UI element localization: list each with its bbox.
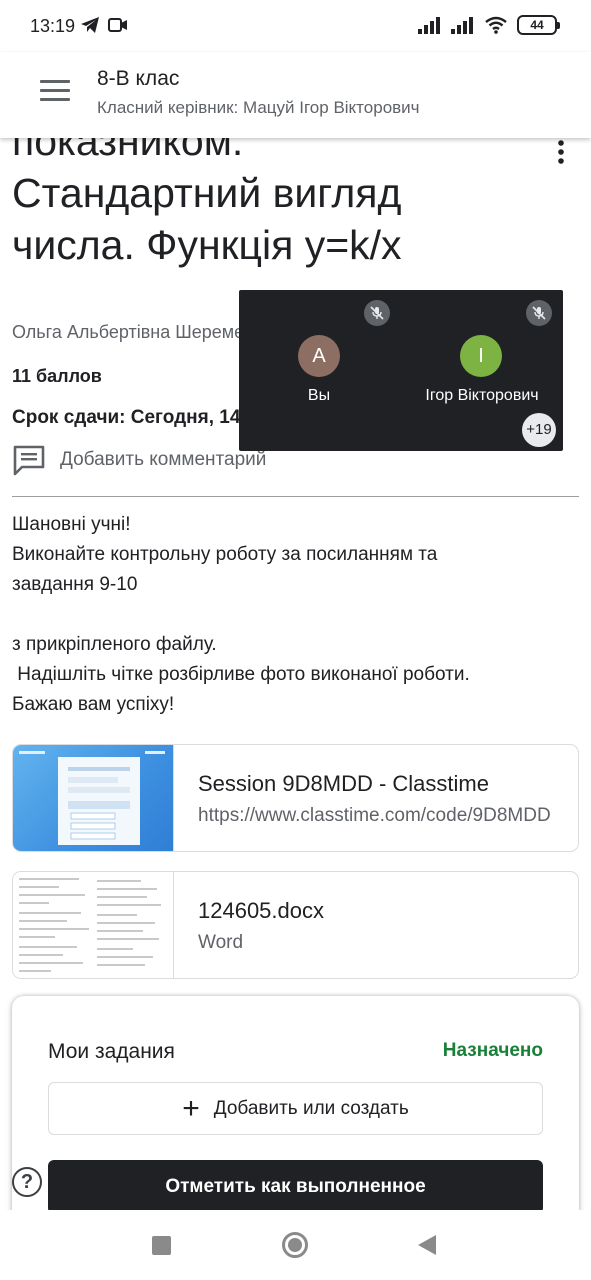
battery-icon: 44 [517,15,560,35]
description-line: Надішліть чітке розбірливе фото виконано… [12,664,470,685]
attachment-url: https://www.classtime.com/code/9D8MDD [198,805,551,826]
attachment-title: Session 9D8MDD - Classtime [198,771,489,796]
home-icon[interactable] [282,1232,308,1258]
telegram-icon [81,17,99,33]
mark-as-done-button[interactable]: Отметить как выполненное [48,1160,543,1214]
class-name: 8-В клас [97,67,180,90]
comment-icon [13,445,45,476]
classtime-preview-image [19,751,165,845]
participant-avatar: I [460,335,502,377]
signal-icon-2 [451,17,473,34]
assignment-due-date: Срок сдачи: Сегодня, 14:00 [12,407,268,428]
participant-name: Вы [307,387,331,404]
hamburger-menu-icon[interactable] [40,80,70,102]
class-teacher: Класний керівник: Мацуй Ігор Вікторович [97,98,420,117]
divider [12,496,579,497]
description-line: Бажаю вам успіху! [12,694,175,715]
mic-off-icon [526,300,552,326]
meet-call-overlay[interactable]: A I Вы Ігор Вікторович +19 [239,290,563,451]
assignment-points: 11 баллов [12,366,102,386]
status-notification-icons [80,16,128,34]
back-icon[interactable] [418,1235,436,1255]
attachment-file-card[interactable]: 124605.docx Word [12,871,579,979]
file-thumbnail [13,872,174,978]
help-icon[interactable]: ? [12,1167,42,1197]
description-line: Шановні учні! [12,514,131,535]
add-or-create-button[interactable]: + Добавить или создать [48,1082,543,1135]
attachment-type: Word [198,932,244,953]
attachment-title: 124605.docx [198,898,324,923]
recent-apps-icon[interactable] [152,1236,171,1255]
plus-icon: + [182,1091,200,1125]
participant-name: Ігор Вікторович [425,387,539,404]
status-system-icons: 44 [418,15,560,35]
mic-off-icon [364,300,390,326]
title-line: числа. Функція y=k/x [12,222,402,268]
my-work-title: Мои задания [48,1040,175,1063]
docx-preview-image [19,878,161,972]
participant-avatar: A [298,335,340,377]
more-participants-count[interactable]: +19 [522,413,556,447]
attachment-link-card[interactable]: Session 9D8MDD - Classtime https://www.c… [12,744,579,852]
description-line: з прикріпленого файлу. [12,634,217,655]
system-nav-bar [0,1210,591,1280]
assignment-author: Ольга Альбертівна Шеремет [12,322,252,342]
more-options-icon[interactable] [549,138,573,166]
add-comment-label: Добавить комментарий [60,449,267,470]
signal-icon [418,17,440,34]
description-line [12,600,579,630]
status-time: 13:19 [30,16,76,36]
app-bar: 8-В клас Класний керівник: Мацуй Ігор Ві… [0,52,591,138]
status-bar: 13:19 44 [0,0,591,52]
description-line: Виконайте контрольну роботу за посилання… [12,544,438,565]
title-line: Стандартний вигляд [12,170,402,216]
video-call-icon [108,18,127,32]
add-comment-button[interactable]: Добавить комментарий [12,444,266,476]
work-status-badge: Назначено [442,1040,543,1061]
add-or-create-label: Добавить или создать [213,1097,409,1119]
link-thumbnail [13,745,174,851]
assignment-description: Шановні учні! Виконайте контрольну робот… [12,510,579,720]
wifi-icon [485,16,507,34]
description-line: завдання 9-10 [12,574,138,595]
assignment-title: показником. Стандартний вигляд числа. Фу… [12,115,572,271]
